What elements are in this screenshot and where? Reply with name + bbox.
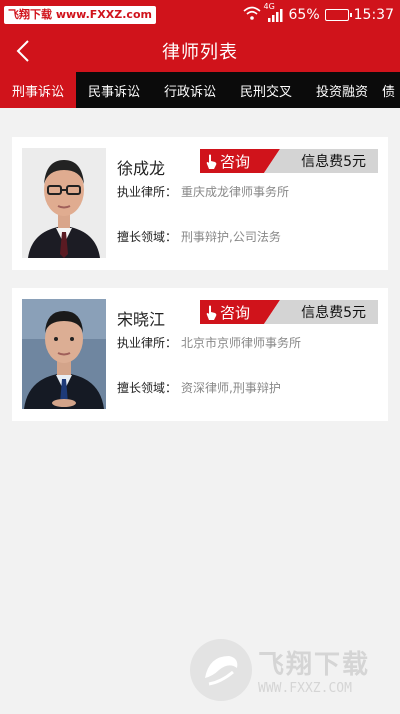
category-tabs: 刑事诉讼 民事诉讼 行政诉讼 民刑交叉 投资融资 债 [0, 72, 400, 108]
watermark-brand: 飞翔下载 [258, 650, 371, 680]
tab-civil-criminal[interactable]: 民刑交叉 [228, 72, 304, 108]
firm-value: 重庆成龙律师事务所 [181, 185, 290, 199]
battery-percent: 65% [288, 7, 320, 23]
watermark-logo-icon [190, 639, 252, 701]
signal-icon: 4G [264, 2, 284, 22]
lawyer-photo [22, 299, 106, 409]
page-title: 律师列表 [162, 42, 238, 63]
fee-label: 信息费5元 [301, 154, 366, 170]
tab-criminal[interactable]: 刑事诉讼 [0, 72, 76, 108]
lawyer-photo [22, 148, 106, 258]
header-bar: 律师列表 [0, 30, 400, 72]
status-bar: 飞翔下载 www.FXXZ.com 4G 65% 15:37 [0, 0, 400, 30]
chevron-left-icon [16, 40, 29, 62]
tab-investment[interactable]: 投资融资 [304, 72, 380, 108]
consult-label: 咨询 [220, 152, 251, 171]
lawyer-card[interactable]: 徐成龙 咨询 信息费5元 执业律所： 重庆成龙律师事务所 擅长领域： 刑事辩护,… [12, 137, 388, 270]
fee-badge: 信息费5元 [264, 149, 378, 173]
network-type: 4G [263, 2, 275, 11]
lawyer-name: 宋晓江 [117, 310, 166, 329]
lawyer-card[interactable]: 宋晓江 咨询 信息费5元 执业律所： 北京市京师律师事务所 擅长领域： 资深律师… [12, 288, 388, 421]
hand-pointer-icon [206, 154, 217, 169]
lawyer-list: 徐成龙 咨询 信息费5元 执业律所： 重庆成龙律师事务所 擅长领域： 刑事辩护,… [0, 108, 400, 421]
hand-pointer-icon [206, 305, 217, 320]
expertise-value: 刑事辩护,公司法务 [181, 230, 281, 244]
consult-label: 咨询 [220, 303, 251, 322]
lawyer-name: 徐成龙 [117, 159, 166, 178]
battery-icon [324, 9, 352, 21]
tab-civil[interactable]: 民事诉讼 [76, 72, 152, 108]
expertise-value: 资深律师,刑事辩护 [181, 381, 281, 395]
firm-row: 执业律所： 北京市京师律师事务所 [117, 334, 301, 351]
expertise-label: 擅长领域： [117, 230, 178, 244]
tab-debt[interactable]: 债 [380, 72, 400, 108]
firm-row: 执业律所： 重庆成龙律师事务所 [117, 183, 289, 200]
status-icons: 4G 65% 15:37 [242, 2, 394, 24]
watermark-top: 飞翔下载 www.FXXZ.com [4, 6, 156, 24]
fee-badge: 信息费5元 [264, 300, 378, 324]
watermark-url: WWW.FXXZ.COM [258, 681, 352, 696]
firm-value: 北京市京师律师事务所 [181, 336, 302, 350]
fee-label: 信息费5元 [301, 305, 366, 321]
expertise-label: 擅长领域： [117, 381, 178, 395]
firm-label: 执业律所： [117, 336, 178, 350]
tab-administrative[interactable]: 行政诉讼 [152, 72, 228, 108]
wifi-icon [242, 6, 261, 24]
expertise-row: 擅长领域： 资深律师,刑事辩护 [117, 379, 281, 396]
expertise-row: 擅长领域： 刑事辩护,公司法务 [117, 228, 281, 245]
watermark-bottom: 飞翔下载 WWW.FXXZ.COM [190, 638, 396, 702]
firm-label: 执业律所： [117, 185, 178, 199]
back-button[interactable] [8, 36, 38, 66]
clock: 15:37 [353, 7, 394, 23]
